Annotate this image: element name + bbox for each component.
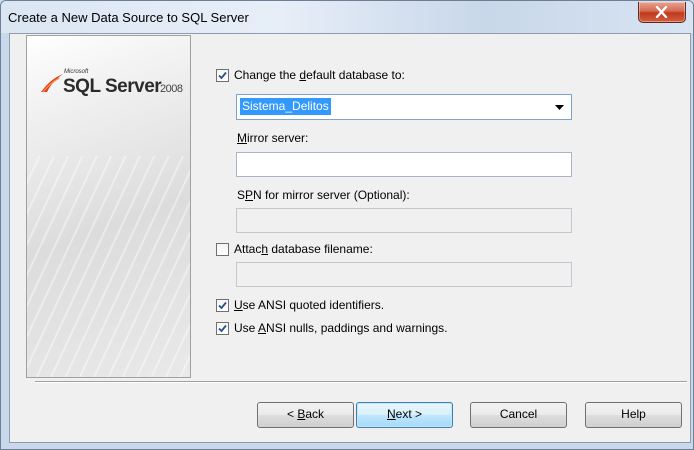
brand-small: Microsoft (64, 69, 89, 75)
help-button[interactable]: Help (585, 402, 682, 428)
attach-db-checkbox[interactable] (216, 243, 229, 256)
default-db-checkbox[interactable] (216, 69, 229, 82)
spn-input (236, 208, 572, 233)
ansi-nulls-label[interactable]: Use ANSI nulls, paddings and warnings. (234, 321, 447, 335)
title-bar[interactable]: Create a New Data Source to SQL Server (1, 1, 693, 33)
next-button[interactable]: Next > (356, 402, 453, 428)
default-db-dropdown[interactable]: Sistema_Delitos (236, 94, 572, 120)
close-x-icon (655, 6, 668, 18)
mirror-server-input[interactable] (236, 152, 572, 177)
back-button[interactable]: < Back (257, 402, 354, 428)
ansi-quoted-label[interactable]: Use ANSI quoted identifiers. (234, 298, 384, 312)
mirror-server-label: Mirror server: (237, 131, 309, 145)
brand-main: SQL Server (63, 76, 162, 97)
attach-db-label[interactable]: Attach database filename: (234, 242, 373, 256)
close-button[interactable] (638, 2, 686, 23)
check-mark-icon (218, 324, 227, 333)
sql-server-banner: Microsoft SQL Server 2008 (26, 35, 191, 378)
banner-decoration (27, 156, 190, 377)
default-db-label[interactable]: Change the default database to: (234, 68, 405, 82)
default-db-value: Sistema_Delitos (240, 98, 331, 115)
sql-server-swoosh-icon (41, 74, 63, 93)
dialog-window: Create a New Data Source to SQL Server M… (0, 0, 694, 450)
cancel-button[interactable]: Cancel (470, 402, 567, 428)
window-title: Create a New Data Source to SQL Server (8, 10, 249, 25)
check-mark-icon (218, 301, 227, 310)
check-mark-icon (218, 71, 227, 80)
button-separator (35, 381, 687, 383)
ansi-nulls-checkbox[interactable] (216, 322, 229, 335)
chevron-down-icon (555, 105, 564, 110)
attach-db-input (236, 262, 572, 287)
spn-label: SPN for mirror server (Optional): (237, 188, 410, 202)
ansi-quoted-checkbox[interactable] (216, 299, 229, 312)
brand-year: 2008 (160, 83, 183, 95)
